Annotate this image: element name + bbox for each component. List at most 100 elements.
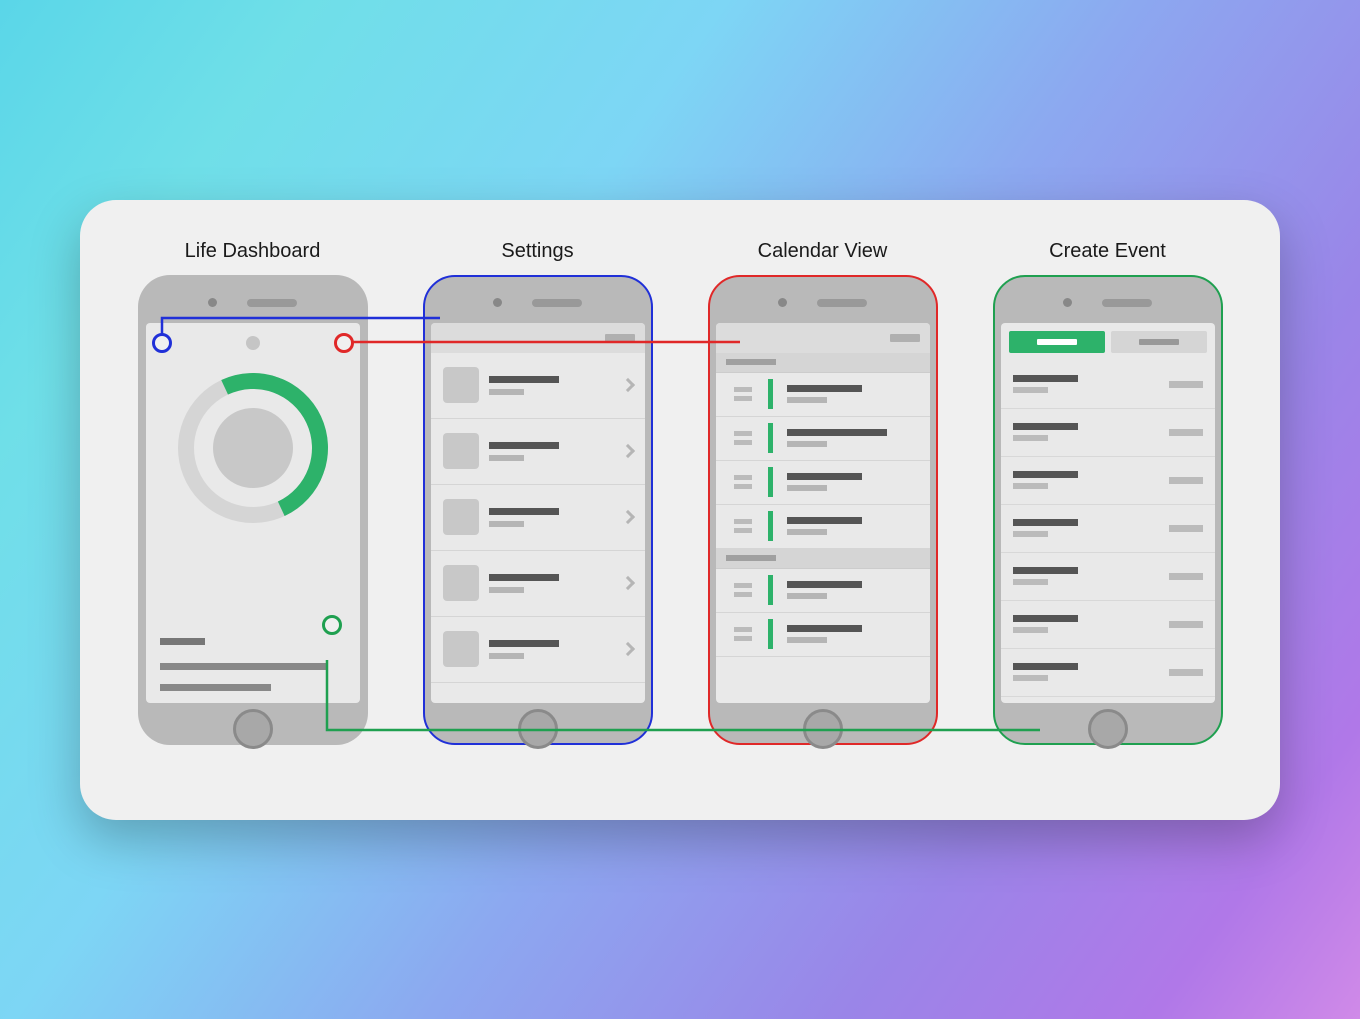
event-text <box>787 429 887 447</box>
speaker-icon <box>247 299 297 307</box>
camera-icon <box>208 298 217 307</box>
nav-action-placeholder[interactable] <box>605 334 635 342</box>
dashboard-header <box>146 323 360 363</box>
home-button-icon[interactable] <box>803 709 843 749</box>
nav-node-calendar[interactable] <box>334 333 354 353</box>
calendar-event-row[interactable] <box>716 417 930 461</box>
screen-life-dashboard: Life Dashboard <box>128 240 378 745</box>
form-row[interactable] <box>1001 457 1215 505</box>
form-row[interactable] <box>1001 361 1215 409</box>
settings-row[interactable] <box>431 419 645 485</box>
nav-node-create-event[interactable] <box>322 615 342 635</box>
nav-action-placeholder[interactable] <box>890 334 920 342</box>
phone-screen <box>716 323 930 703</box>
event-text <box>787 625 862 643</box>
calendar-section-header <box>716 549 930 569</box>
home-button-icon[interactable] <box>1088 709 1128 749</box>
thumbnail-icon <box>443 433 479 469</box>
field-label <box>1013 663 1078 681</box>
calendar-section-header <box>716 353 930 373</box>
home-button-icon[interactable] <box>233 709 273 749</box>
camera-icon <box>1063 298 1072 307</box>
event-text <box>787 581 862 599</box>
form-row[interactable] <box>1001 601 1215 649</box>
screen-title: Calendar View <box>758 240 888 263</box>
camera-icon <box>778 298 787 307</box>
phone-top-bar <box>1001 283 1215 323</box>
wireframe-card: Life Dashboard <box>80 200 1280 820</box>
screen-calendar-view: Calendar View <box>698 240 948 745</box>
ring-center <box>213 408 293 488</box>
speaker-icon <box>532 299 582 307</box>
chevron-right-icon <box>620 642 634 656</box>
calendar-event-row[interactable] <box>716 505 930 549</box>
time-label <box>734 627 754 641</box>
form-row[interactable] <box>1001 649 1215 697</box>
screen-create-event: Create Event <box>983 240 1233 745</box>
time-label <box>734 475 754 489</box>
chevron-right-icon <box>620 444 634 458</box>
field-value <box>1169 381 1203 388</box>
time-label <box>734 387 754 401</box>
speaker-icon <box>1102 299 1152 307</box>
header-dot-icon <box>246 336 260 350</box>
field-value <box>1169 525 1203 532</box>
phone-frame <box>138 275 368 745</box>
phone-frame <box>708 275 938 745</box>
form-row[interactable] <box>1001 409 1215 457</box>
thumbnail-icon <box>443 367 479 403</box>
settings-row[interactable] <box>431 617 645 683</box>
phone-frame <box>993 275 1223 745</box>
phone-screen <box>431 323 645 703</box>
thumbnail-icon <box>443 631 479 667</box>
form-row[interactable] <box>1001 553 1215 601</box>
nav-bar <box>716 323 930 353</box>
event-accent-bar <box>768 467 773 497</box>
event-accent-bar <box>768 575 773 605</box>
nav-bar <box>431 323 645 353</box>
field-label <box>1013 471 1078 489</box>
phone-screen <box>1001 323 1215 703</box>
screen-title: Life Dashboard <box>185 240 321 263</box>
speaker-icon <box>817 299 867 307</box>
row-text <box>489 508 613 527</box>
calendar-event-row[interactable] <box>716 613 930 657</box>
chevron-right-icon <box>620 378 634 392</box>
field-label <box>1013 423 1078 441</box>
placeholder-line <box>160 638 205 645</box>
phone-top-bar <box>146 283 360 323</box>
form-row[interactable] <box>1001 505 1215 553</box>
progress-ring <box>178 373 328 523</box>
phone-frame <box>423 275 653 745</box>
field-label <box>1013 375 1078 393</box>
settings-row[interactable] <box>431 353 645 419</box>
row-text <box>489 442 613 461</box>
screen-settings: Settings <box>413 240 663 745</box>
field-label <box>1013 567 1078 585</box>
home-button-icon[interactable] <box>518 709 558 749</box>
chevron-right-icon <box>620 576 634 590</box>
event-accent-bar <box>768 511 773 541</box>
event-accent-bar <box>768 379 773 409</box>
event-accent-bar <box>768 423 773 453</box>
calendar-event-row[interactable] <box>716 373 930 417</box>
thumbnail-icon <box>443 565 479 601</box>
calendar-event-row[interactable] <box>716 461 930 505</box>
nav-node-settings[interactable] <box>152 333 172 353</box>
event-accent-bar <box>768 619 773 649</box>
calendar-event-row[interactable] <box>716 569 930 613</box>
tab-active[interactable] <box>1009 331 1105 353</box>
thumbnail-icon <box>443 499 479 535</box>
settings-row[interactable] <box>431 485 645 551</box>
event-text <box>787 473 862 491</box>
settings-row[interactable] <box>431 551 645 617</box>
screen-title: Create Event <box>1049 240 1166 263</box>
tab-inactive[interactable] <box>1111 331 1207 353</box>
row-text <box>489 640 613 659</box>
field-value <box>1169 621 1203 628</box>
event-text <box>787 385 862 403</box>
phone-top-bar <box>431 283 645 323</box>
chevron-right-icon <box>620 510 634 524</box>
time-label <box>734 519 754 533</box>
placeholder-line <box>160 663 327 670</box>
